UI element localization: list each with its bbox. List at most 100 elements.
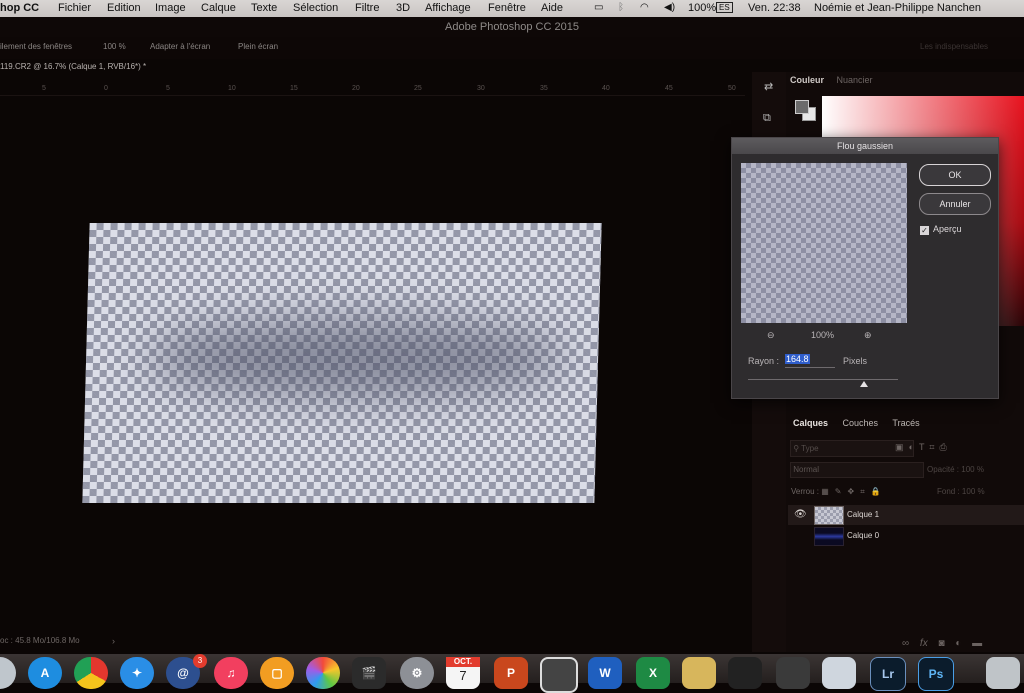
cancel-button[interactable]: Annuler <box>919 193 991 215</box>
camera-icon[interactable] <box>776 657 810 689</box>
ibooks-icon[interactable]: ▢ <box>260 657 294 689</box>
launchpad-icon[interactable] <box>0 657 16 689</box>
music-icon[interactable]: ♫ <box>214 657 248 689</box>
options-bar: ilement des fenêtres 100 % Adapter à l'é… <box>0 37 1024 59</box>
mask-icon[interactable]: ◙ <box>938 638 944 649</box>
user-menu[interactable]: Noémie et Jean-Philippe Nanchen <box>814 2 981 14</box>
layer-name: Calque 1 <box>847 510 880 519</box>
blur-preview[interactable] <box>741 163 907 323</box>
document-canvas[interactable] <box>82 223 602 503</box>
excel-icon[interactable]: X <box>636 657 670 689</box>
radius-slider-thumb[interactable] <box>860 381 868 387</box>
opacity-control[interactable]: Opacité : 100 % <box>927 465 984 474</box>
blurred-content <box>145 318 568 398</box>
fill-control[interactable]: Fond : 100 % <box>937 487 985 496</box>
menu-bar: hop CC Fichier Edition Image Calque Text… <box>0 0 1024 17</box>
safari-icon[interactable]: ✦ <box>120 657 154 689</box>
ruler-tick: 45 <box>665 85 673 92</box>
radius-slider[interactable] <box>748 379 898 380</box>
history-icon[interactable]: ⇄ <box>764 80 773 93</box>
ok-button[interactable]: OK <box>919 164 991 186</box>
layer-row[interactable]: 👁 Calque 1 <box>788 505 1024 525</box>
layer-thumbnail <box>814 506 844 525</box>
lock-icons[interactable]: ▦✎✥⌗🔒 <box>821 487 886 496</box>
chrome-icon[interactable] <box>74 657 108 689</box>
photoshop-icon[interactable]: Ps <box>918 657 954 691</box>
adjustment-icon[interactable]: ◐ <box>955 638 961 649</box>
workspace-selector[interactable]: Les indispensables <box>920 42 988 51</box>
menu-fichier[interactable]: Fichier <box>58 2 91 14</box>
input-source-icon[interactable]: ES <box>716 2 733 13</box>
link-icon[interactable]: ∞ <box>902 638 909 649</box>
ruler-tick: 10 <box>228 85 236 92</box>
fx-icon[interactable]: fx <box>920 638 928 649</box>
zoom-level: 100% <box>811 330 835 340</box>
clock[interactable]: Ven. 22:38 <box>748 2 801 14</box>
ruler-tick: 25 <box>414 85 422 92</box>
document-tab[interactable]: 119.CR2 @ 16.7% (Calque 1, RVB/16*) * <box>0 62 760 78</box>
blend-mode-value: Normal <box>793 465 820 474</box>
word-icon[interactable]: W <box>588 657 622 689</box>
tab-traces[interactable]: Tracés <box>892 418 919 428</box>
final-cut-icon[interactable]: 🎬 <box>352 657 386 689</box>
ruler-tick: 5 <box>42 85 46 92</box>
ruler-tick: 50 <box>728 85 736 92</box>
airplay-icon[interactable]: ▭ <box>594 2 603 13</box>
radius-input[interactable]: 164.8 <box>785 354 835 368</box>
trash-icon[interactable] <box>986 657 1020 689</box>
calendar-icon[interactable]: OCT. 7 <box>446 657 480 689</box>
lock-row: Verrou : ▦✎✥⌗🔒 <box>791 487 887 497</box>
wifi-icon[interactable]: ◠ <box>640 2 649 13</box>
tab-nuancier[interactable]: Nuancier <box>837 75 873 85</box>
zoom-100-button[interactable]: 100 % <box>103 42 126 51</box>
preview-docs-icon[interactable] <box>822 657 856 689</box>
zoom-in-icon[interactable]: ⊕ <box>864 330 872 341</box>
tab-calques[interactable]: Calques <box>793 418 828 428</box>
dialog-title[interactable]: Flou gaussien <box>732 138 998 154</box>
photos-icon[interactable] <box>306 657 340 689</box>
folder-icon[interactable]: ▬ <box>972 638 982 649</box>
foreground-color-swatch[interactable] <box>795 100 809 114</box>
checkmark-icon: ✓ <box>920 226 929 235</box>
layer-filter-type: Type <box>801 444 819 453</box>
fit-screen-button[interactable]: Adapter à l'écran <box>150 42 210 51</box>
tab-couleur[interactable]: Couleur <box>790 75 824 85</box>
tab-couches[interactable]: Couches <box>843 418 879 428</box>
menu-image[interactable]: Image <box>155 2 186 14</box>
mail-badge: 3 <box>193 654 207 668</box>
system-preferences-icon[interactable]: ⚙ <box>400 657 434 689</box>
menu-edition[interactable]: Edition <box>107 2 141 14</box>
arrange-windows-button[interactable]: ilement des fenêtres <box>0 42 72 51</box>
menu-calque[interactable]: Calque <box>201 2 236 14</box>
lightroom-icon[interactable]: Lr <box>870 657 906 691</box>
menu-3d[interactable]: 3D <box>396 2 410 14</box>
preview-checkbox[interactable]: ✓ Aperçu <box>920 224 962 235</box>
bluetooth-icon[interactable]: ᛒ <box>618 2 624 13</box>
properties-icon[interactable]: ⧉ <box>763 112 771 125</box>
fullscreen-button[interactable]: Plein écran <box>238 42 278 51</box>
app-store-icon[interactable]: A <box>28 657 62 689</box>
radius-unit: Pixels <box>843 356 868 366</box>
layer-row[interactable]: Calque 0 <box>788 526 1024 546</box>
status-arrow-icon[interactable]: › <box>112 636 115 646</box>
menu-aide[interactable]: Aide <box>541 2 563 14</box>
app-menu[interactable]: hop CC <box>0 2 39 14</box>
menu-selection[interactable]: Sélection <box>293 2 338 14</box>
blend-mode-select[interactable]: Normal <box>790 462 924 478</box>
menu-texte[interactable]: Texte <box>251 2 277 14</box>
image-capture-icon[interactable] <box>540 657 578 693</box>
ruler-tick: 15 <box>290 85 298 92</box>
color-panel-tabs: Couleur Nuancier <box>790 75 873 85</box>
filter-icons[interactable]: ▣◐T⌗⎙ <box>895 442 952 453</box>
app-p-icon[interactable]: P <box>494 657 528 689</box>
layer-name: Calque 0 <box>847 531 880 540</box>
zoom-out-icon[interactable]: ⊖ <box>767 330 775 341</box>
menu-affichage[interactable]: Affichage <box>425 2 471 14</box>
ruler-tick: 30 <box>477 85 485 92</box>
menu-filtre[interactable]: Filtre <box>355 2 379 14</box>
terminal-icon[interactable] <box>728 657 762 689</box>
eye-icon[interactable]: 👁 <box>794 509 807 520</box>
volume-icon[interactable]: ◀) <box>664 2 675 13</box>
preview-icon[interactable] <box>682 657 716 689</box>
menu-fenetre[interactable]: Fenêtre <box>488 2 526 14</box>
